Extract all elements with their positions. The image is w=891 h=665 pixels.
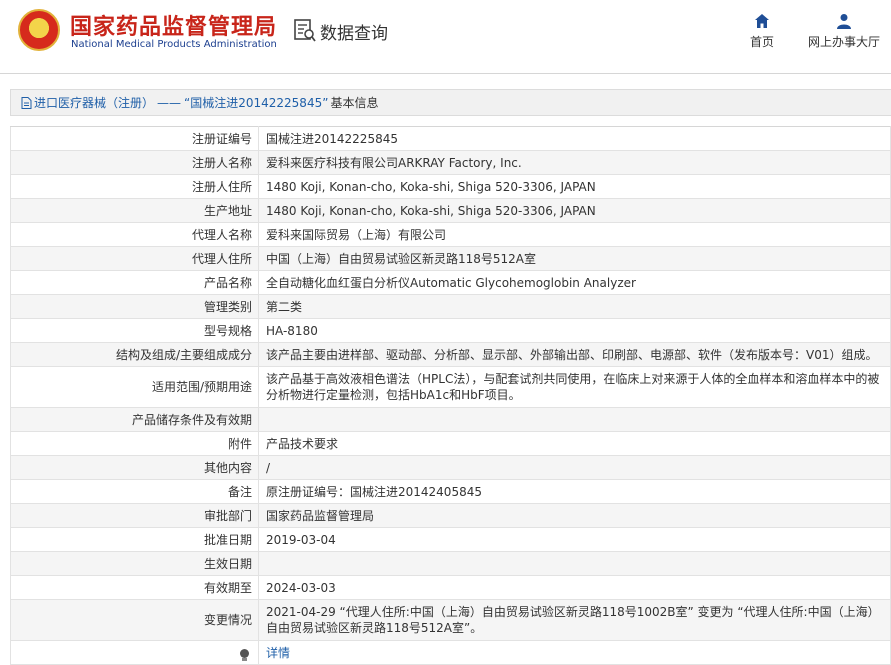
field-label: 代理人住所 <box>10 246 259 271</box>
field-label: 审批部门 <box>10 503 259 528</box>
site-title: 国家药品监督管理局 <box>70 15 278 40</box>
field-label: 备注 <box>10 479 259 504</box>
field-label: 型号规格 <box>10 318 259 343</box>
table-row: 审批部门 国家药品监督管理局 <box>10 503 891 528</box>
details-link[interactable]: 详情 <box>266 646 290 660</box>
field-label: 注册人住所 <box>10 174 259 199</box>
field-label: 代理人名称 <box>10 222 259 247</box>
user-icon <box>837 14 851 29</box>
field-value: 1480 Koji, Konan-cho, Koka-shi, Shiga 52… <box>258 198 891 223</box>
field-value: 中国（上海）自由贸易试验区新灵路118号512A室 <box>258 246 891 271</box>
field-label: 管理类别 <box>10 294 259 319</box>
field-value: 2024-03-03 <box>258 575 891 600</box>
table-row: 备注 原注册证编号：国械注进20142405845 <box>10 479 891 504</box>
field-value: / <box>258 455 891 480</box>
breadcrumb-current: “国械注进20142225845” <box>184 96 329 110</box>
table-row: 有效期至 2024-03-03 <box>10 575 891 600</box>
field-value: 爱科来国际贸易（上海）有限公司 <box>258 222 891 247</box>
field-label: 变更情况 <box>10 599 259 641</box>
field-value: 国家药品监督管理局 <box>258 503 891 528</box>
table-row: 生效日期 <box>10 551 891 576</box>
field-label: 适用范围/预期用途 <box>10 366 259 408</box>
field-value: 第二类 <box>258 294 891 319</box>
national-emblem-icon: ★ <box>18 9 60 51</box>
field-value <box>258 407 891 432</box>
site-subtitle: National Medical Products Administration <box>71 39 277 50</box>
field-label: 生产地址 <box>10 198 259 223</box>
field-value: 国械注进20142225845 <box>258 126 891 151</box>
field-value: HA-8180 <box>258 318 891 343</box>
table-row: 产品名称 全自动糖化血红蛋白分析仪Automatic Glycohemoglobi… <box>10 270 891 295</box>
nav-online-hall-label: 网上办事大厅 <box>807 35 880 49</box>
field-label: 附件 <box>10 431 259 456</box>
table-row: 注册证编号 国械注进20142225845 <box>10 126 891 151</box>
breadcrumb-category-link[interactable]: 进口医疗器械（注册） <box>34 94 154 111</box>
table-row: 代理人名称 爱科来国际贸易（上海）有限公司 <box>10 222 891 247</box>
field-value: 该产品基于高效液相色谱法（HPLC法），与配套试剂共同使用，在临床上对来源于人体… <box>258 366 891 408</box>
table-row: 详情 <box>10 640 891 665</box>
table-row: 结构及组成/主要组成成分 该产品主要由进样部、驱动部、分析部、显示部、外部输出部、… <box>10 342 891 367</box>
table-row: 适用范围/预期用途 该产品基于高效液相色谱法（HPLC法），与配套试剂共同使用，在… <box>10 366 891 408</box>
table-row: 注册人住所 1480 Koji, Konan-cho, Koka-shi, Shi… <box>10 174 891 199</box>
data-query-label: 数据查询 <box>320 23 388 44</box>
document-icon <box>21 96 32 109</box>
site-header: ★ 国家药品监督管理局 National Medical Products Ad… <box>0 0 891 74</box>
table-row: 其他内容 / <box>10 455 891 480</box>
field-value: 原注册证编号：国械注进20142405845 <box>258 479 891 504</box>
table-row: 生产地址 1480 Koji, Konan-cho, Koka-shi, Shig… <box>10 198 891 223</box>
field-value: 爱科来医疗科技有限公司ARKRAY Factory, Inc. <box>258 150 891 175</box>
field-label: 批准日期 <box>10 527 259 552</box>
nav-home-button[interactable]: 首页 <box>746 13 778 50</box>
table-row: 变更情况 2021-04-29 “代理人住所:中国（上海）自由贸易试验区新灵路11… <box>10 599 891 641</box>
registration-detail-table: 注册证编号 国械注进20142225845 注册人名称 爱科来医疗科技有限公司ARK… <box>10 126 891 665</box>
field-label: 生效日期 <box>10 551 259 576</box>
table-row: 附件 产品技术要求 <box>10 431 891 456</box>
field-value: 2021-04-29 “代理人住所:中国（上海）自由贸易试验区新灵路118号10… <box>258 599 891 641</box>
field-value: 该产品主要由进样部、驱动部、分析部、显示部、外部输出部、印刷部、电源部、软件（发… <box>258 342 891 367</box>
details-cell: 详情 <box>258 640 891 665</box>
lightbulb-icon <box>240 648 249 661</box>
breadcrumb: 进口医疗器械（注册） —— “国械注进20142225845” 基本信息 <box>10 89 891 116</box>
field-label: 产品名称 <box>10 270 259 295</box>
table-row: 代理人住所 中国（上海）自由贸易试验区新灵路118号512A室 <box>10 246 891 271</box>
field-value: 全自动糖化血红蛋白分析仪Automatic Glycohemoglobin An… <box>258 270 891 295</box>
field-label: 注册人名称 <box>10 150 259 175</box>
field-label: 有效期至 <box>10 575 259 600</box>
table-row: 注册人名称 爱科来医疗科技有限公司ARKRAY Factory, Inc. <box>10 150 891 175</box>
field-value: 1480 Koji, Konan-cho, Koka-shi, Shiga 52… <box>258 174 891 199</box>
table-row: 型号规格 HA-8180 <box>10 318 891 343</box>
field-value: 产品技术要求 <box>258 431 891 456</box>
field-label: 其他内容 <box>10 455 259 480</box>
breadcrumb-suffix: 基本信息 <box>330 96 379 110</box>
field-value: 2019-03-04 <box>258 527 891 552</box>
breadcrumb-separator: —— <box>157 95 182 110</box>
field-label: 结构及组成/主要组成成分 <box>10 342 259 367</box>
field-label: 注册证编号 <box>10 126 259 151</box>
field-value <box>258 551 891 576</box>
table-row: 产品储存条件及有效期 <box>10 407 891 432</box>
data-query-tab[interactable]: 数据查询 <box>294 17 388 45</box>
nav-home-label: 首页 <box>749 35 774 49</box>
field-label: 产品储存条件及有效期 <box>10 407 259 432</box>
home-icon <box>755 14 769 28</box>
table-row: 批准日期 2019-03-04 <box>10 527 891 552</box>
nav-online-hall-button[interactable]: 网上办事大厅 <box>804 13 884 50</box>
details-label-cell <box>10 640 259 665</box>
document-search-icon <box>294 19 316 42</box>
table-row: 管理类别 第二类 <box>10 294 891 319</box>
